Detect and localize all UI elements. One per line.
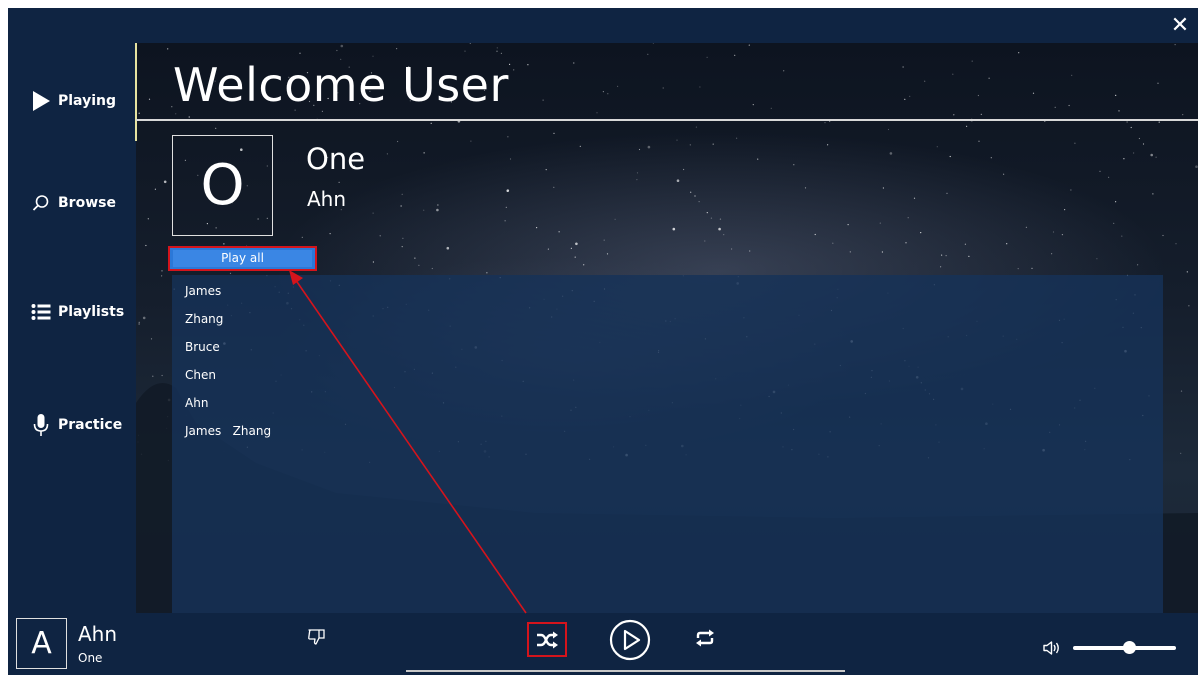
play-all-button[interactable]: Play all [168,246,317,271]
track-item[interactable]: Bruce [172,333,1163,361]
close-icon: ✕ [1170,13,1190,38]
sidebar-item-playing[interactable]: Playing [8,81,136,121]
track-list: James Zhang Bruce Chen Ahn James Zhang [172,275,1163,613]
track-item[interactable]: Ahn [172,389,1163,417]
sidebar-item-playlists[interactable]: Playlists [8,292,136,332]
player-bar: A Ahn One [8,613,1198,675]
play-button[interactable] [609,619,651,661]
sidebar-item-label: Playlists [58,304,125,320]
close-button[interactable]: ✕ [1162,8,1198,43]
shuffle-icon [537,631,558,648]
album-art: O [172,135,273,236]
repeat-button[interactable] [692,627,718,649]
now-playing-title: Ahn [78,622,118,646]
playback-progress-bar[interactable] [406,670,845,672]
play-circle-icon [609,619,651,661]
thumbs-down-icon [308,629,325,645]
sidebar-item-label: Playing [58,93,116,109]
now-playing-art: A [16,618,67,669]
album-artist: Ahn [307,187,347,211]
play-triangle-icon [30,90,52,112]
sidebar-item-browse[interactable]: Browse [8,183,136,223]
sidebar-item-label: Practice [58,417,123,433]
now-playing-subtitle: One [78,651,103,665]
sidebar: Playing Browse Playlists Practice [8,43,137,613]
volume-button[interactable] [1040,637,1064,659]
microphone-icon [30,414,52,436]
thumbs-down-button[interactable] [305,625,329,649]
track-item[interactable]: Zhang [172,305,1163,333]
list-icon [30,301,52,323]
search-icon [30,192,52,214]
volume-slider-handle[interactable] [1123,641,1137,654]
shuffle-button[interactable] [527,622,567,657]
sidebar-item-practice[interactable]: Practice [8,405,136,445]
sidebar-item-label: Browse [58,195,116,211]
repeat-icon [696,629,714,647]
page-title: Welcome User [173,58,509,112]
play-all-label: Play all [173,250,312,267]
track-item[interactable]: James [172,277,1163,305]
track-item[interactable]: James Zhang [172,417,1163,445]
volume-icon [1043,641,1059,655]
album-title: One [306,142,366,176]
header-divider [136,119,1198,121]
track-item[interactable]: Chen [172,361,1163,389]
music-player-window: ✕ Playing Browse Playlists Practice Welc… [8,8,1198,675]
